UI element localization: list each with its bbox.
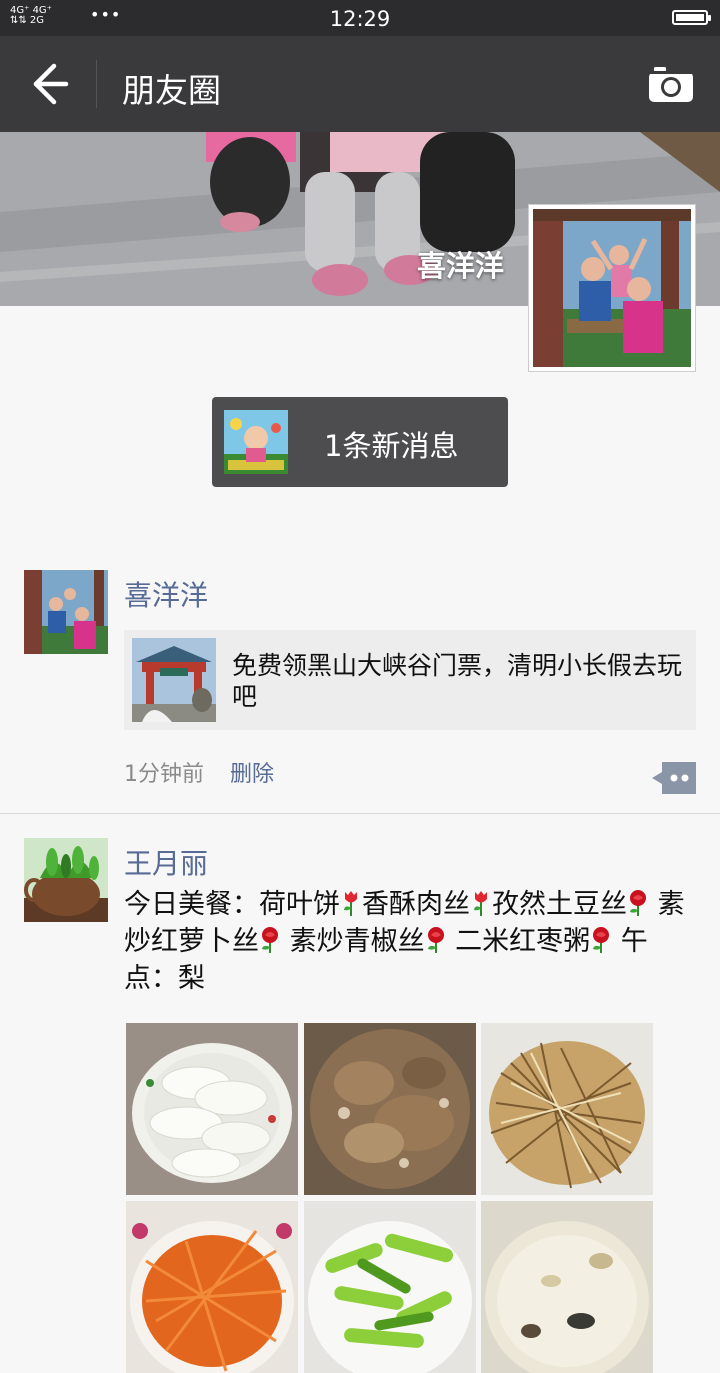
post-photo-buns[interactable] <box>126 1023 298 1195</box>
rose-emoji-icon <box>427 927 444 953</box>
post-photo-potato[interactable] <box>481 1023 653 1195</box>
camera-button[interactable] <box>646 64 696 104</box>
page-title: 朋友圈 <box>122 71 221 110</box>
comment-button[interactable] <box>652 762 696 794</box>
post-text-segment: 香酥肉丝 <box>362 889 470 920</box>
battery-full-icon <box>672 10 711 25</box>
shredded-pork-photo <box>304 1023 476 1195</box>
tulip-emoji-icon <box>344 891 357 916</box>
porridge-photo <box>481 1201 653 1373</box>
new-message-avatar <box>224 410 288 474</box>
carrot-strips-photo <box>126 1201 298 1373</box>
green-pepper-photo <box>304 1201 476 1373</box>
post-photo-carrot[interactable] <box>126 1201 298 1373</box>
tulip-emoji-icon <box>474 891 487 916</box>
post-text-segment: 素炒青椒丝 <box>281 926 425 957</box>
status-time: 12:29 <box>329 7 391 31</box>
post-text-segment: 二米红枣粥 <box>446 926 591 957</box>
rose-emoji-icon <box>262 927 278 953</box>
profile-name: 喜洋洋 <box>416 249 504 283</box>
post-text-segment: 孜然土豆丝 <box>492 889 627 920</box>
post-photo-pepper[interactable] <box>304 1201 476 1373</box>
rose-emoji-icon <box>630 890 646 916</box>
camera-icon <box>649 67 693 102</box>
potato-strips-photo <box>481 1023 653 1195</box>
post-time: 1分钟前 <box>124 762 204 787</box>
nav-bar: 朋友圈 <box>0 36 720 132</box>
steamed-buns-photo <box>126 1023 298 1195</box>
new-message-label: 1条新消息 <box>324 429 459 463</box>
nav-divider <box>96 60 97 108</box>
back-button[interactable] <box>20 58 76 110</box>
author-name[interactable]: 喜洋洋 <box>124 574 208 614</box>
post-divider <box>0 813 720 814</box>
link-thumbnail-image <box>132 638 216 722</box>
comment-icon <box>652 762 696 794</box>
link-thumbnail <box>132 638 216 722</box>
author-avatar[interactable] <box>24 570 108 654</box>
link-title: 免费领黑山大峡谷门票，清明小长假去玩吧 <box>232 651 683 711</box>
rose-emoji-icon <box>593 927 610 953</box>
profile-avatar[interactable] <box>528 204 696 372</box>
back-arrow-icon <box>33 63 69 105</box>
post-text: 今日美餐：荷叶饼 香酥肉丝 孜然土豆丝 素炒红萝卜丝 素炒青椒丝 二米红枣粥 午点：… <box>124 886 690 997</box>
author-avatar-image <box>24 570 108 654</box>
shared-link-card[interactable]: 免费领黑山大峡谷门票，清明小长假去玩吧 <box>124 630 696 730</box>
author-name[interactable]: 王月丽 <box>124 842 208 882</box>
post-photo-porridge[interactable] <box>481 1201 653 1373</box>
post-photo-pork[interactable] <box>304 1023 476 1195</box>
post-text-segment: 今日美餐：荷叶饼 <box>124 889 340 920</box>
author-avatar[interactable] <box>24 838 108 922</box>
new-message-button[interactable]: 1条新消息 <box>212 397 508 487</box>
delete-button[interactable]: 删除 <box>230 756 274 788</box>
profile-avatar-image <box>533 209 691 367</box>
author-avatar-image <box>24 838 108 922</box>
status-bar: 4G⁺ 4G⁺ ⇅⇅ 2G ••• 12:29 <box>0 0 720 36</box>
